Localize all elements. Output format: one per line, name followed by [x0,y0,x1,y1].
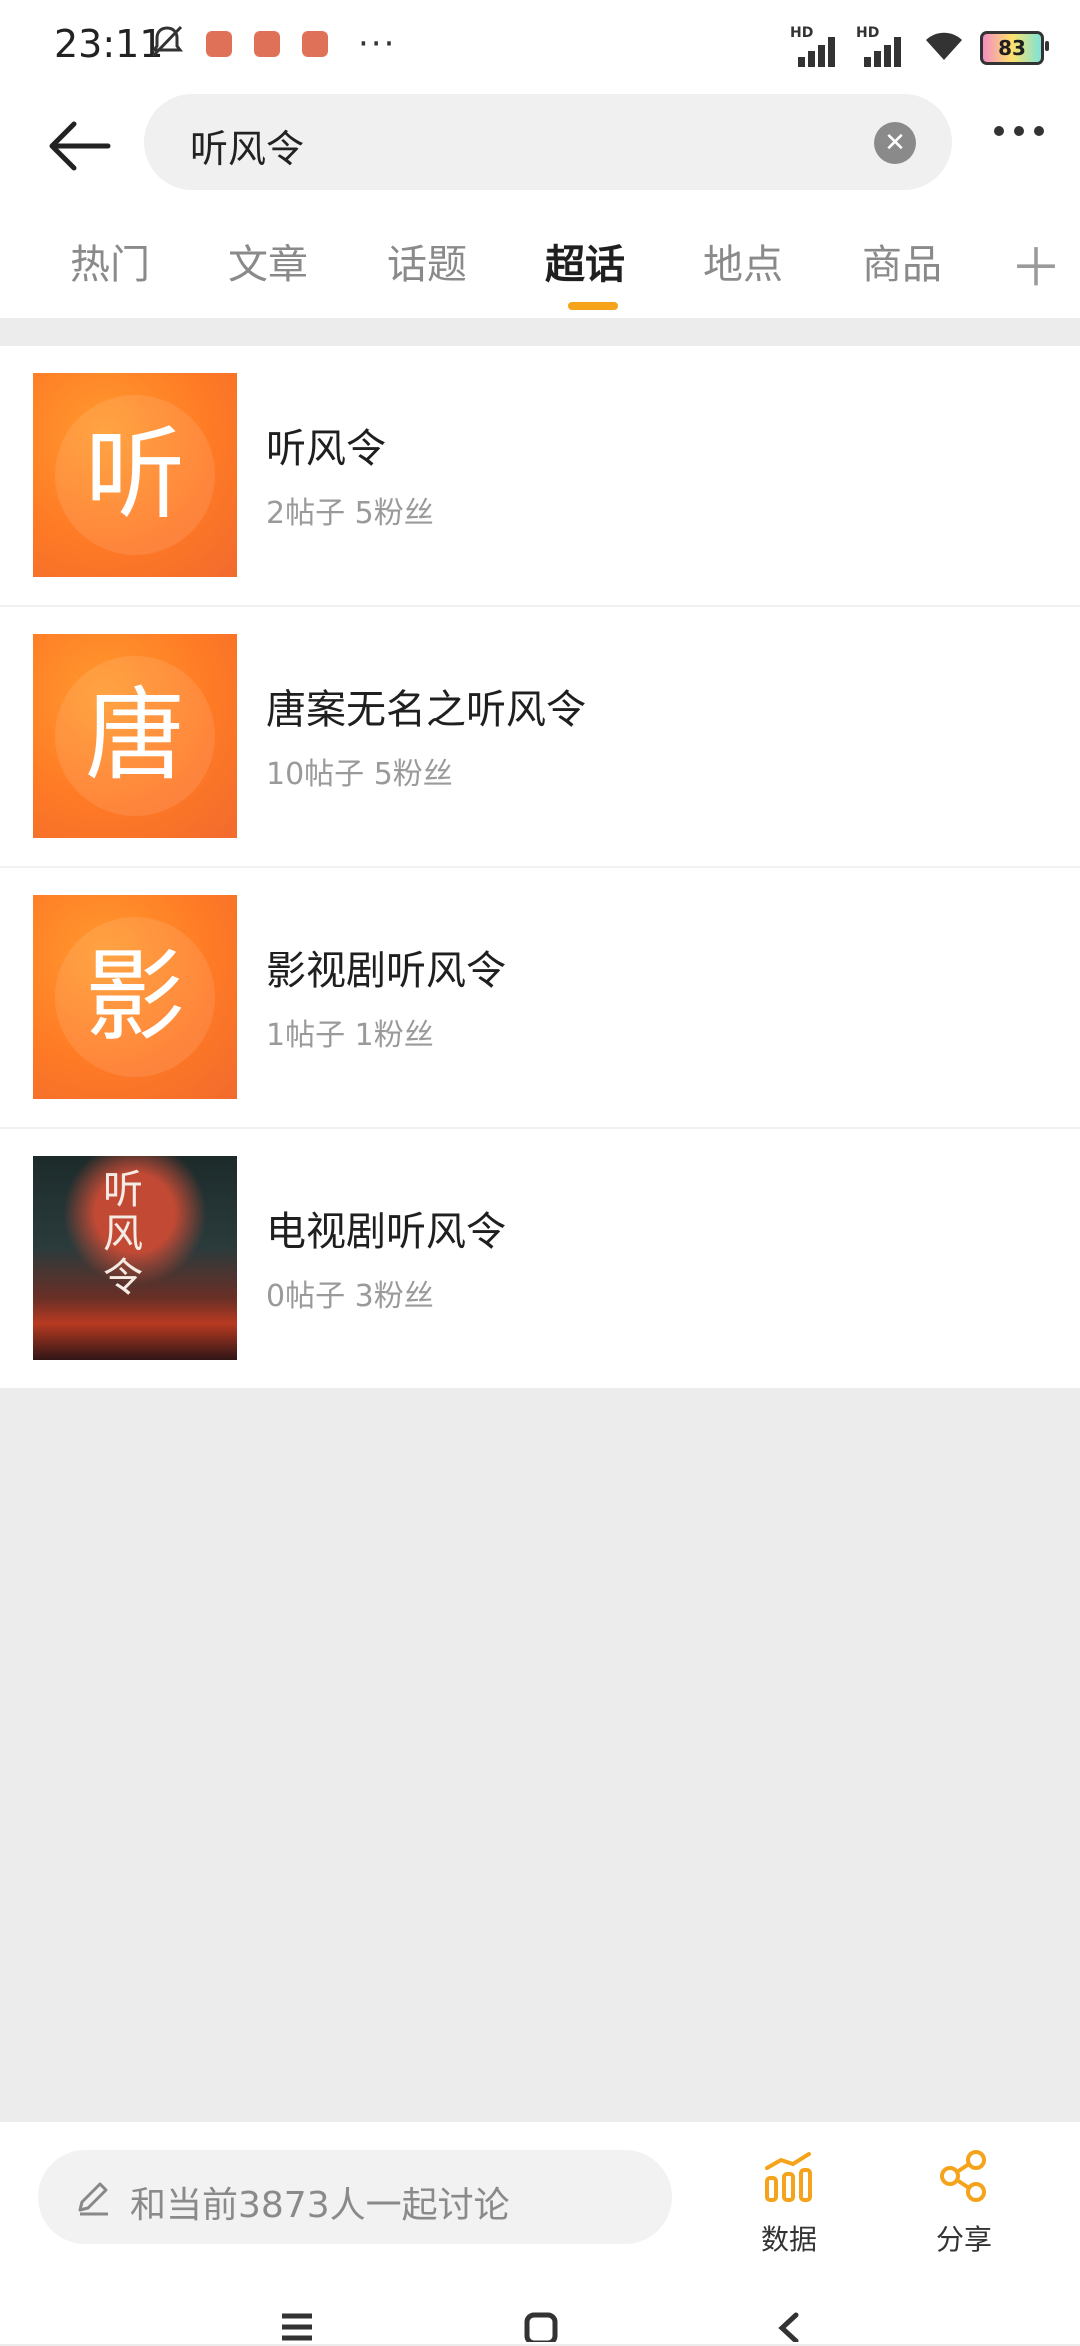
tab-articles[interactable]: 文章 [213,232,323,290]
discuss-placeholder: 和当前3873人一起讨论 [130,2185,510,2226]
system-nav-bar [0,2272,1080,2346]
recents-button[interactable] [280,2312,314,2346]
super-topic-list: 听 听风令 2帖子 5粉丝 唐 唐案无名之听风令 10帖子 5粉丝 影 影视剧听… [0,346,1080,1388]
drama-poster-image: 听风令 [33,1156,237,1360]
wifi-icon [922,28,966,68]
tab-products[interactable]: 商品 [847,232,957,290]
list-item[interactable]: 影 影视剧听风令 1帖子 1粉丝 [0,868,1080,1129]
discuss-input[interactable]: 和当前3873人一起讨论 [38,2150,672,2244]
super-topic-title: 听风令 [266,426,386,472]
home-icon [524,2312,558,2346]
bell-off-icon [150,24,184,64]
tab-label: 超话 [545,242,625,288]
plus-icon: ＋ [1009,239,1062,299]
app-notification-icon [206,31,232,57]
list-item[interactable]: 听风令 电视剧听风令 0帖子 3粉丝 [0,1129,1080,1388]
super-topic-avatar: 唐 [33,634,237,838]
active-tab-indicator [568,302,618,310]
share-label: 分享 [935,2223,992,2256]
notification-icons: ··· [150,24,396,64]
signal-hd-icon: HD [856,25,908,67]
battery-icon: 83 [980,31,1049,65]
tab-super-topics[interactable]: 超话 [530,232,640,310]
super-topic-stats: 1帖子 1粉丝 [266,1018,434,1053]
status-time: 23:11 [54,22,164,66]
share-button[interactable]: 分享 [904,2148,1024,2258]
super-topic-stats: 0帖子 3粉丝 [266,1279,434,1314]
arrow-left-icon [49,121,111,171]
data-label: 数据 [760,2223,817,2256]
bottom-action-bar: 和当前3873人一起讨论 数据 分享 [0,2122,1080,2272]
avatar-glyph: 影 [85,938,185,1055]
back-button[interactable] [44,114,114,178]
bar-chart-icon [765,2152,812,2202]
super-topic-avatar: 影 [33,895,237,1099]
list-item[interactable]: 听 听风令 2帖子 5粉丝 [0,346,1080,607]
data-button[interactable]: 数据 [729,2148,849,2258]
app-notification-icon [302,31,328,57]
app-notification-icon [254,31,280,57]
super-topic-title: 电视剧听风令 [266,1209,506,1255]
signal-hd-icon: HD [790,25,842,67]
share-icon [940,2150,986,2202]
super-topic-avatar: 听 [33,373,237,577]
search-query: 听风令 [190,127,305,171]
search-input[interactable]: 听风令 ✕ [144,94,952,190]
super-topic-stats: 2帖子 5粉丝 [266,496,434,531]
super-topic-stats: 10帖子 5粉丝 [266,757,453,792]
menu-icon [282,2313,312,2341]
add-tab-button[interactable]: ＋ [1010,226,1062,301]
list-item[interactable]: 唐 唐案无名之听风令 10帖子 5粉丝 [0,607,1080,868]
tab-topics[interactable]: 话题 [372,232,482,290]
avatar-glyph: 唐 [85,677,185,794]
search-tabs: 热门 文章 话题 超话 地点 商品 ＋ [0,202,1080,318]
more-options-button[interactable] [994,126,1044,136]
more-notifications-icon: ··· [358,24,397,64]
pencil-icon [78,2182,108,2216]
close-icon: ✕ [884,128,906,158]
clear-search-button[interactable]: ✕ [874,122,916,164]
chevron-left-icon [778,2312,799,2344]
poster-title: 听风令 [103,1167,143,1301]
search-header: 听风令 ✕ [0,90,1080,202]
super-topic-title: 影视剧听风令 [266,948,506,994]
home-button[interactable] [524,2312,558,2346]
nav-back-button[interactable] [774,2312,804,2346]
avatar-glyph: 听 [85,416,185,533]
status-bar: 23:11 ··· HD HD 83 [0,0,1080,90]
battery-level: 83 [998,36,1026,60]
super-topic-title: 唐案无名之听风令 [266,687,586,733]
tab-hot[interactable]: 热门 [55,232,165,290]
tab-places[interactable]: 地点 [688,232,798,290]
